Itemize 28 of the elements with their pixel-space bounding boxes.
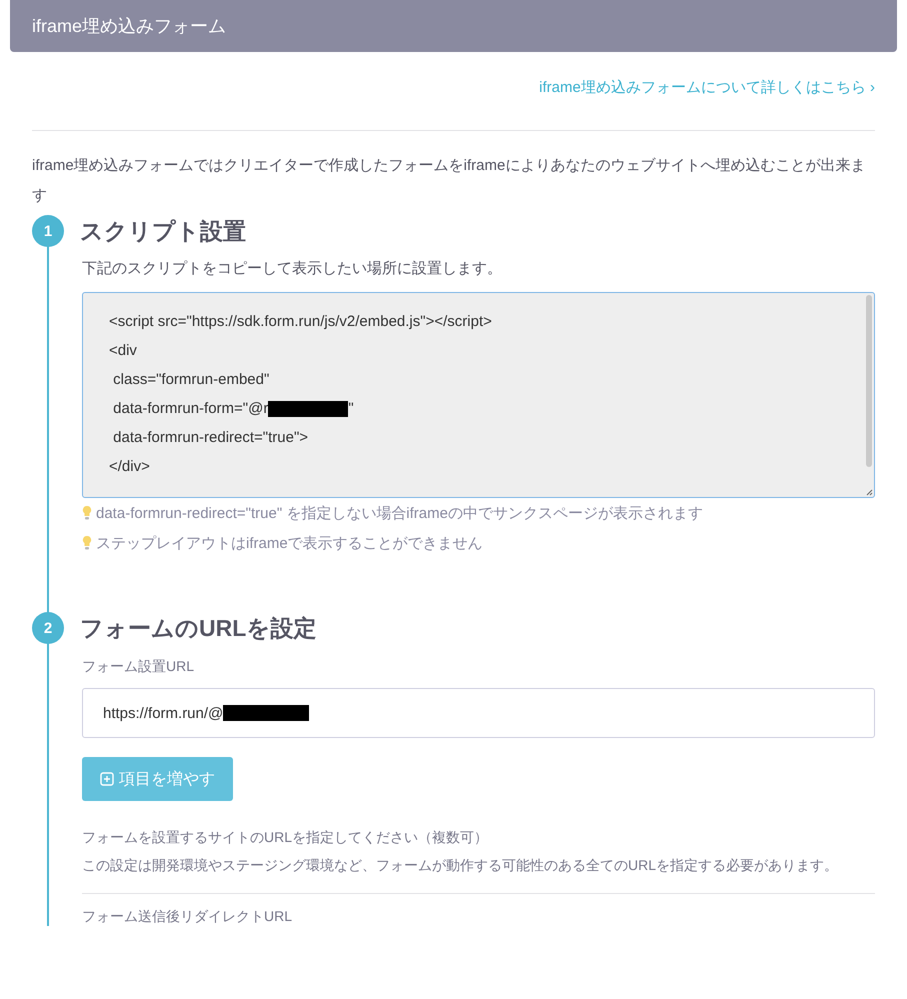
- scrollbar[interactable]: [866, 295, 872, 467]
- url-field[interactable]: https://form.run/@: [82, 688, 875, 738]
- code-box[interactable]: <script src="https://sdk.form.run/js/v2/embed.js"></script> <div class="formrun-embed" data-formrun-form="@r " data-formrun-redirect="true"> </div>: [82, 292, 875, 498]
- tip-text: data-formrun-redirect="true" を指定しない場合iframeの中でサンクスページが表示されます: [96, 504, 703, 522]
- lightbulb-icon: [82, 505, 92, 521]
- code-line: class="formrun-embed": [112, 371, 270, 388]
- plus-icon: [100, 772, 114, 786]
- note-text: フォームを設置するサイトのURLを指定してください（複数可）: [82, 828, 490, 847]
- tip-text: ステップレイアウトはiframeで表示することができません: [96, 534, 483, 552]
- field-label: フォーム設置URL: [82, 658, 196, 676]
- code-line: </div>: [109, 458, 150, 475]
- lightbulb-icon: [82, 535, 92, 551]
- url-value: https://form.run/@: [103, 704, 224, 722]
- code-line: data-formrun-form="@r: [112, 400, 268, 417]
- step-description: 下記のスクリプトをコピーして表示したい場所に設置します。: [82, 259, 503, 278]
- step-number: 1: [32, 215, 64, 247]
- code-line: ": [348, 400, 354, 417]
- step-title: フォームのURLを設定: [80, 614, 316, 642]
- field-label: フォーム送信後リダイレクトURL: [82, 908, 294, 926]
- code-line: data-formrun-redirect="true">: [112, 429, 308, 446]
- step-title: スクリプト設置: [80, 216, 246, 246]
- code-line: <div: [109, 342, 137, 359]
- step-number: 2: [32, 612, 64, 644]
- header-title: iframe埋め込みフォーム: [32, 15, 226, 38]
- intro-text: iframe埋め込みフォームではクリエイターで作成したフォームをiframeによりあなたのウェブサイトへ埋め込むことが出来ます: [32, 156, 866, 206]
- resize-handle-icon[interactable]: [865, 488, 873, 496]
- code-line: <script src="https://sdk.form.run/js/v2/embed.js"></script>: [109, 313, 492, 330]
- note-text: この設定は開発環境やステージング環境など、フォームが動作する可能性のある全てのURLを指定する必要があります。: [82, 856, 840, 875]
